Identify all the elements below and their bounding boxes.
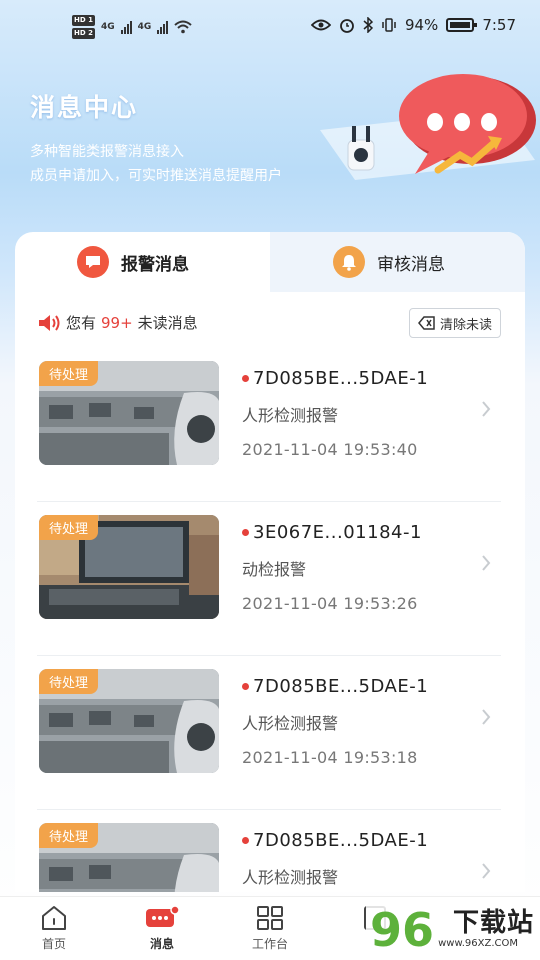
nav-home-label: 首页 [41,937,66,951]
signal-icon-2 [157,20,169,34]
unread-row: 您有 99+ 未读消息 清除未读 [37,308,501,338]
unread-dot [242,837,249,844]
camera-snapshot: 待处理 [39,669,219,773]
alarm-icon [340,19,354,33]
battery-icon [446,18,478,32]
speaker-icon [39,314,60,331]
alarm-list-item[interactable]: 待处理 7D085BE...5DAE-1 人形检测报警 [15,810,525,892]
home-icon [42,906,66,930]
status-right: 94% 7:57 [310,16,516,34]
message-bubble-illustration [320,74,536,180]
unread-suffix: 未读消息 [137,314,198,332]
tab-review-label: 审核消息 [377,254,445,275]
nav-home[interactable]: 首页 [19,905,89,952]
device-id-text: 7D085BE...5DAE-1 [253,830,429,851]
device-id: 3E067E...01184-1 [242,522,422,543]
unread-prefix: 您有 [66,314,97,332]
status-badge: 待处理 [39,515,99,540]
alarm-list: 待处理 7D085BE...5DAE-1 人形检测报警 2021-11-04 1… [15,348,525,892]
status-left: HD 1 HD 2 4G 4G [72,14,192,40]
unread-dot [242,529,249,536]
network-type-1: 4G [100,22,115,32]
nav-workbench[interactable]: 工作台 [235,905,305,952]
camera-snapshot: 待处理 [39,823,219,892]
alarm-time: 2021-11-04 19:53:40 [242,440,418,459]
device-id: 7D085BE...5DAE-1 [242,830,428,851]
camera-snapshot: 待处理 [39,515,219,619]
unread-summary: 您有 99+ 未读消息 [37,312,198,333]
signal-icon [120,20,132,34]
alarm-list-item[interactable]: 待处理 7D085BE...5DAE-1 人形检测报警 2021-11-04 1… [15,656,525,810]
device-id-text: 7D085BE...5DAE-1 [253,368,429,389]
hd-indicator: HD 1 HD 2 [72,14,95,40]
status-badge: 待处理 [39,823,99,848]
page-title: 消息中心 [30,93,139,122]
alarm-time: 2021-11-04 19:53:18 [242,748,418,767]
clear-unread-button[interactable]: 清除未读 [408,308,501,338]
hero-desc-line2: 成员申请加入，可实时推送消息提醒用户 [30,168,282,184]
device-id: 7D085BE...5DAE-1 [242,368,428,389]
unread-dot [242,683,249,690]
alarm-list-item[interactable]: 待处理 3E067E...01184-1 动检报警 2021-11-04 19:… [15,502,525,656]
nav-messages[interactable]: 消息 [127,905,197,952]
tab-bar: 报警消息 审核消息 [15,232,525,292]
chevron-right-icon [482,401,491,417]
hd1-label: HD 1 [72,15,95,26]
message-card: 报警消息 审核消息 您有 99+ 未读消息 清除未读 待处理 7D085BE..… [15,232,525,892]
device-id-text: 7D085BE...5DAE-1 [253,676,429,697]
grid-icon [257,906,283,930]
unread-count: 99+ [101,313,133,332]
chevron-right-icon [482,555,491,571]
chevron-right-icon [482,863,491,879]
hd2-label: HD 2 [72,28,95,39]
eraser-icon [418,316,435,330]
device-id: 7D085BE...5DAE-1 [242,676,428,697]
hero-description: 多种智能类报警消息接入 成员申请加入，可实时推送消息提醒用户 [30,140,282,188]
bell-icon [333,246,365,278]
nav-messages-label: 消息 [149,937,174,951]
nav-workbench-label: 工作台 [251,937,288,951]
alarm-list-item[interactable]: 待处理 7D085BE...5DAE-1 人形检测报警 2021-11-04 1… [15,348,525,502]
vibrate-icon [382,18,396,32]
watermark-logo-text: 96 [370,903,434,956]
tab-alarm-label: 报警消息 [121,254,189,275]
hero-desc-line1: 多种智能类报警消息接入 [30,144,184,160]
chevron-right-icon [482,709,491,725]
clear-unread-label: 清除未读 [439,317,492,333]
message-icon [146,905,180,927]
clock: 7:57 [482,16,516,34]
alarm-type: 人形检测报警 [242,868,339,887]
tab-review-messages[interactable]: 审核消息 [333,232,445,292]
alarm-type: 人形检测报警 [242,406,339,425]
alarm-type: 人形检测报警 [242,714,339,733]
message-icon [77,246,109,278]
alarm-type: 动检报警 [242,560,307,579]
status-badge: 待处理 [39,669,99,694]
camera-snapshot: 待处理 [39,361,219,465]
status-badge: 待处理 [39,361,99,386]
battery-percent: 94% [404,16,439,34]
eye-icon [310,19,331,31]
device-id-text: 3E067E...01184-1 [253,522,422,543]
status-bar: HD 1 HD 2 4G 4G 94% 7:57 [0,0,540,52]
wifi-icon [174,20,192,34]
bluetooth-icon [363,17,373,33]
unread-dot [242,375,249,382]
tab-alarm-messages[interactable]: 报警消息 [77,232,189,292]
network-type-2: 4G [137,22,152,32]
alarm-time: 2021-11-04 19:53:26 [242,594,418,613]
watermark-url: www.96XZ.COM [438,938,518,949]
watermark-text: 下载站 [452,908,534,938]
